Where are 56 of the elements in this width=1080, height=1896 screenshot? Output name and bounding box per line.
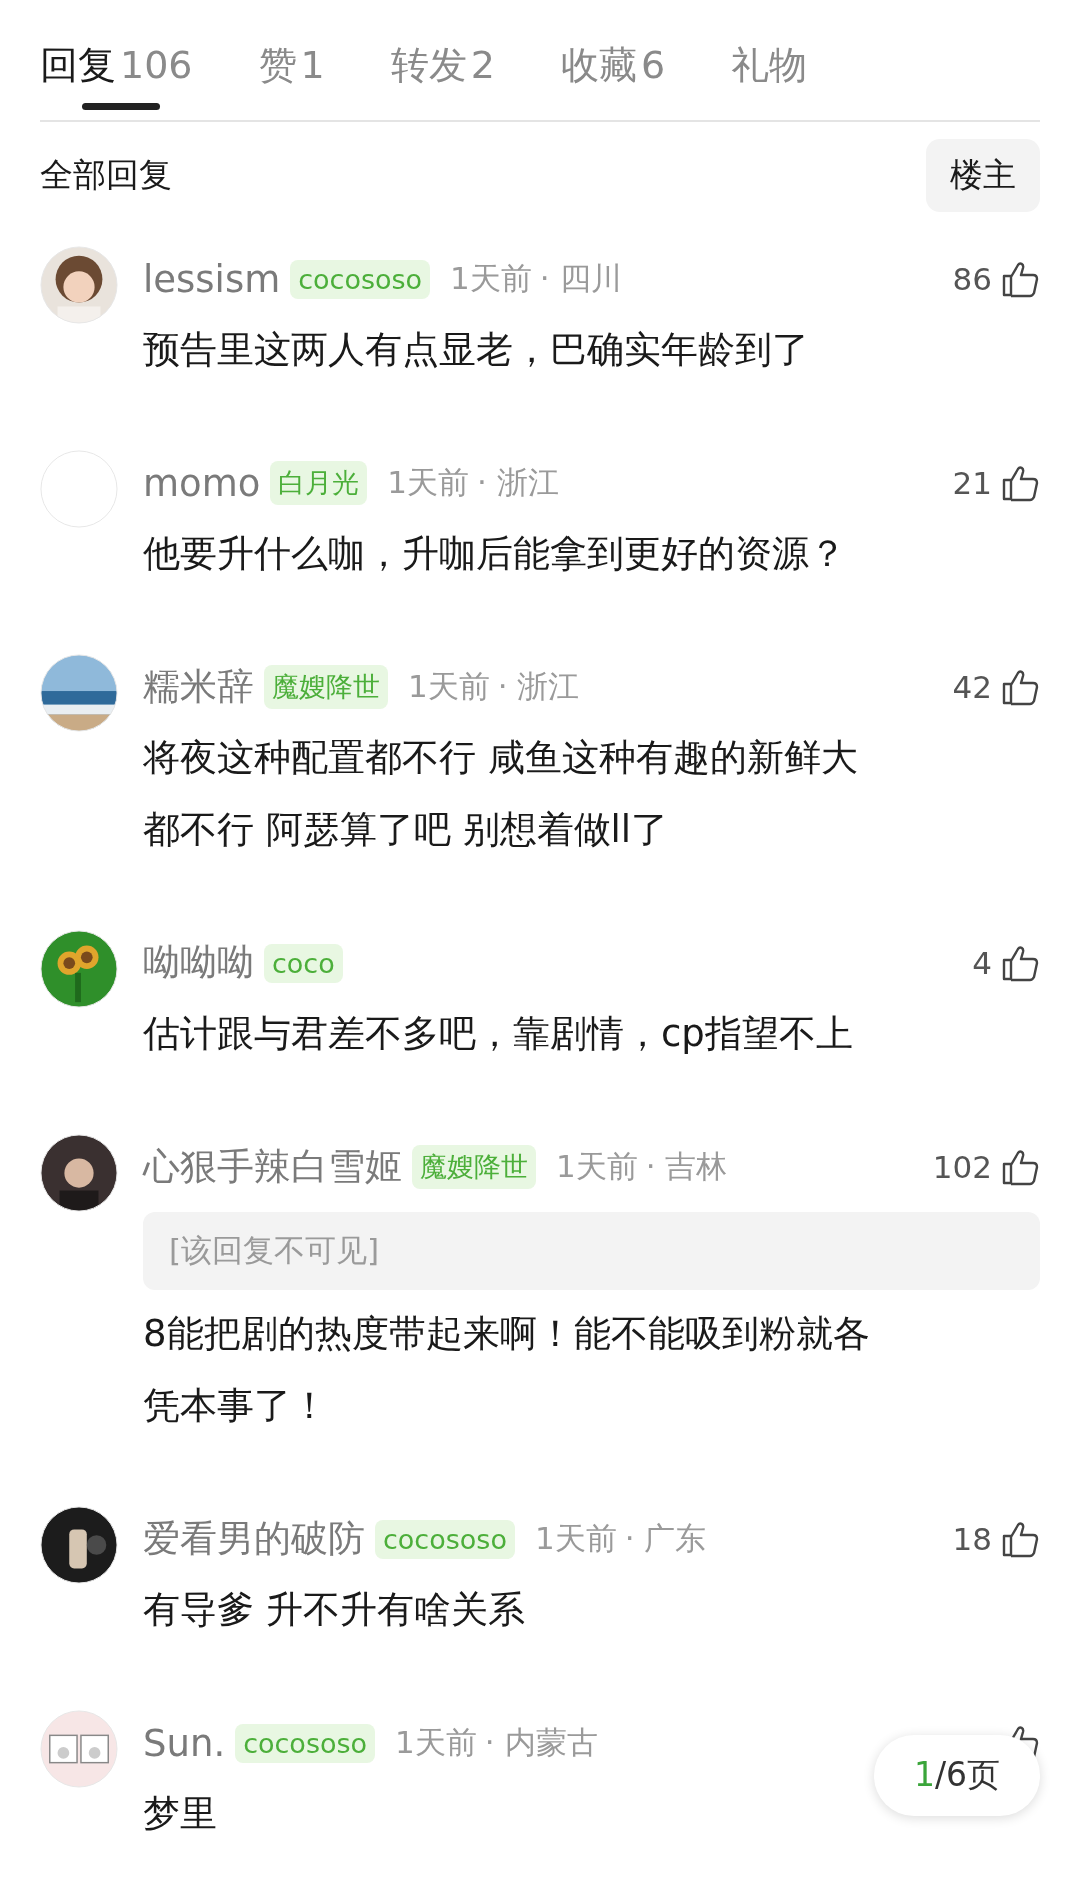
like-count: 102: [932, 1149, 992, 1185]
like-count: 42: [952, 669, 992, 705]
like-icon[interactable]: [1000, 1147, 1040, 1187]
post-time: 1天前: [556, 1147, 638, 1186]
location: · 四川: [539, 259, 622, 298]
post-time: 1天前: [395, 1723, 477, 1762]
fan-badge: coco: [264, 943, 343, 983]
like-icon[interactable]: [1000, 1519, 1040, 1559]
fan-badge: cocososo: [375, 1519, 515, 1559]
post-time: 1天前: [387, 463, 470, 502]
comment-text: 将夜这种配置都不行 咸鱼这种有趣的新鲜大: [143, 735, 859, 781]
comment-text: 他要升什么咖，升咖后能拿到更好的资源？: [143, 531, 847, 577]
location: · 内蒙古: [484, 1723, 598, 1762]
filter-button[interactable]: 楼主: [926, 138, 1040, 212]
comment-text: 预告里这两人有点显老，巴确实年龄到了: [143, 327, 810, 373]
user-name[interactable]: 心狠手辣白雪姬: [143, 1142, 402, 1192]
tab[interactable]: 回复 106: [40, 40, 193, 110]
tab[interactable]: 转发2: [390, 40, 495, 110]
comment-text: 梦里: [143, 1791, 218, 1837]
location: · 广东: [624, 1519, 707, 1558]
location: · 浙江: [497, 667, 580, 706]
comment-text: 有导爹 升不升有啥关系: [143, 1587, 526, 1633]
like-icon[interactable]: [1000, 259, 1040, 299]
post-time: 1天前: [534, 1519, 617, 1558]
section-title: 全部回复: [40, 153, 172, 196]
user-name[interactable]: Sun.: [143, 1721, 226, 1765]
comment-text: 凭本事了！: [143, 1383, 329, 1429]
user-name[interactable]: 糯米辞: [143, 662, 254, 712]
location: · 吉林: [645, 1147, 728, 1186]
fan-badge: cocososo: [290, 259, 431, 299]
user-name[interactable]: lessism: [143, 257, 281, 301]
like-icon[interactable]: [1000, 463, 1040, 503]
page-indicator-popup[interactable]: 1/6页: [873, 1735, 1040, 1816]
user-name[interactable]: momo: [143, 461, 261, 505]
fan-badge: 白月光: [270, 461, 368, 505]
tab[interactable]: 赞 1: [258, 40, 325, 110]
like-count: 21: [952, 465, 992, 501]
fan-badge: 魔嫂降世: [264, 665, 388, 709]
fan-badge: cocososo: [235, 1723, 376, 1763]
tab[interactable]: 礼物: [731, 40, 808, 110]
post-time: 1天前: [408, 667, 490, 706]
user-name[interactable]: 呦呦呦: [143, 938, 254, 988]
post-time: 1天前: [450, 259, 532, 298]
location: · 浙江: [477, 463, 559, 502]
hidden-reply: [该回复不可见]: [143, 1212, 1040, 1290]
like-icon[interactable]: [1000, 667, 1040, 707]
like-count: 18: [952, 1521, 992, 1557]
comment-text: 都不行 阿瑟算了吧 别想着做ll了: [143, 807, 670, 853]
like-count: 86: [952, 261, 992, 297]
like-icon[interactable]: [1000, 943, 1040, 983]
like-count: 4: [972, 945, 992, 981]
tab[interactable]: 收藏6: [560, 40, 666, 110]
user-name[interactable]: 爱看男的破防: [143, 1514, 365, 1564]
fan-badge: 魔嫂降世: [412, 1145, 536, 1189]
comment-text: 8能把剧的热度带起来啊！能不能吸到粉就各: [143, 1311, 871, 1357]
comment-text: 估计跟与君差不多吧，靠剧情，cp指望不上: [143, 1011, 854, 1057]
